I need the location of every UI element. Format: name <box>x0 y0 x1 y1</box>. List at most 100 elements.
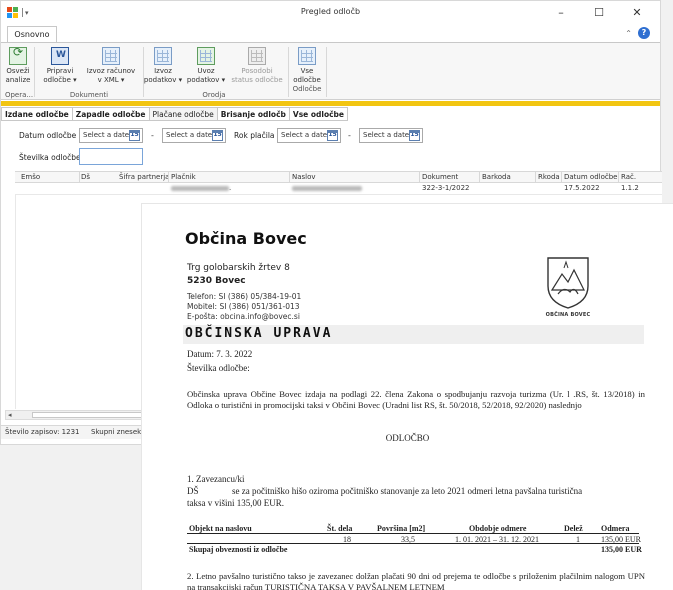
tab-placane-odlocbe[interactable]: Plačane odločbe <box>149 107 218 121</box>
redacted-text <box>171 185 229 191</box>
calendar-icon[interactable]: 15 <box>327 130 338 141</box>
cell-dokument: 322-3-1/2022 <box>422 184 470 192</box>
group-label-opera: Opera... <box>4 91 34 99</box>
datum-odlocbe-label: Datum odločbe <box>19 131 77 140</box>
calendar-icon[interactable]: 15 <box>129 130 140 141</box>
ribbon-divider <box>326 47 327 97</box>
export-invoices-xml-button[interactable]: Izvoz računov v XML ▾ <box>83 47 139 85</box>
tab-vse-odlocbe[interactable]: Vse odločbe <box>289 107 349 121</box>
tab-brisanje-odlocb[interactable]: Brisanje odločb <box>217 107 290 121</box>
stevilka-odlocbe-label: Številka odločbe <box>19 153 81 162</box>
col-dokument[interactable]: Dokument <box>422 173 458 181</box>
cell-rac: 1.1.2 <box>621 184 639 192</box>
ribbon-divider <box>288 47 289 97</box>
scrollbar-thumb[interactable] <box>32 412 152 418</box>
table-sum-row: Skupaj obveznosti iz odločbe 135,00 EUR <box>187 545 642 555</box>
stevilka-odlocbe-input[interactable] <box>79 148 143 165</box>
contact-phone: Telefon: SI (386) 05/384-19-01 <box>187 292 302 301</box>
th-obdobje: Obdobje odmere <box>469 524 527 533</box>
range-dash: - <box>151 131 154 140</box>
item1-text-2: taksa v višini 135,00 EUR. <box>187 498 284 508</box>
record-count: Število zapisov: 1231 <box>5 428 80 436</box>
update-status-button[interactable]: Posodobi status odločbe <box>229 47 285 85</box>
export-data-label-2: podatkov ▾ <box>143 76 183 84</box>
rok-from-picker[interactable]: Select a date 15 <box>277 128 341 143</box>
item2-paragraph: 2. Letno pavšalno turistično takso je za… <box>187 571 645 590</box>
col-datum-odlocbe[interactable]: Datum odločbe <box>564 173 617 181</box>
tab-osnovno[interactable]: Osnovno <box>7 26 57 43</box>
cell-placnik: . <box>171 184 231 192</box>
prepare-decisions-label-2: odločbe ▾ <box>43 76 77 84</box>
item1-text: se za počitniško hišo oziroma počitniško… <box>232 486 583 496</box>
export-data-button[interactable]: Izvoz podatkov ▾ <box>143 47 183 85</box>
all-decisions-icon <box>298 47 316 65</box>
document-date: Datum: 7. 3. 2022 <box>187 349 253 359</box>
prepare-decisions-label-1: Pripravi <box>46 67 74 75</box>
col-placnik[interactable]: Plačnik <box>171 173 196 181</box>
th-odmera: Odmera <box>601 524 630 533</box>
close-button[interactable]: ✕ <box>618 1 656 23</box>
col-divider <box>535 172 536 183</box>
decision-number-label: Številka odločbe: <box>187 363 250 373</box>
col-divider <box>561 172 562 183</box>
import-icon <box>197 47 215 65</box>
calendar-icon[interactable]: 15 <box>409 130 420 141</box>
tab-zapadle-odlocbe[interactable]: Zapadle odločbe <box>72 107 150 121</box>
office-title: OBČINSKA UPRAVA <box>185 326 333 341</box>
municipality-name: Občina Bovec <box>185 229 307 248</box>
rok-placila-label: Rok plačila <box>234 131 275 140</box>
coat-of-arms-icon <box>547 257 589 309</box>
th-st-dela: Št. dela <box>327 524 353 533</box>
export-invoices-label-1: Izvoz računov <box>86 67 136 75</box>
export-data-label-1: Izvoz <box>154 67 172 75</box>
datum-to-picker[interactable]: Select a date 15 <box>162 128 226 143</box>
import-data-button[interactable]: Uvoz podatkov ▾ <box>185 47 227 85</box>
maximize-button[interactable]: ☐ <box>580 1 618 23</box>
table-row: 18 33,5 1. 01. 2021 – 31. 12. 2021 1 135… <box>187 535 641 544</box>
col-emso[interactable]: Emšo <box>21 173 40 181</box>
prepare-decisions-button[interactable]: Pripravi odločbe ▾ <box>39 47 81 85</box>
title-bar: ▾ Pregled odločb – ☐ ✕ <box>1 1 660 25</box>
col-barkoda[interactable]: Barkoda <box>482 173 511 181</box>
all-decisions-button[interactable]: Vse odločbe Odločbe <box>291 47 323 94</box>
range-dash: - <box>348 131 351 140</box>
scroll-left-icon[interactable]: ◂ <box>8 411 12 419</box>
ribbon-tab-row: Osnovno ⌃ ? <box>1 26 660 43</box>
col-naslov[interactable]: Naslov <box>292 173 316 181</box>
th-delez: Delež <box>564 524 583 533</box>
cell-naslov <box>292 184 362 192</box>
help-icon[interactable]: ? <box>638 27 650 39</box>
address-city: 5230 Bovec <box>187 276 246 286</box>
datum-to-placeholder: Select a date <box>166 131 213 139</box>
rok-to-placeholder: Select a date <box>363 131 410 139</box>
address-street: Trg golobarskih žrtev 8 <box>187 263 290 273</box>
minimize-button[interactable]: – <box>542 1 580 23</box>
col-rkoda[interactable]: Rkoda <box>538 173 560 181</box>
sum-label: Skupaj obveznosti iz odločbe <box>189 545 288 554</box>
col-divider <box>79 172 80 183</box>
rok-to-picker[interactable]: Select a date 15 <box>359 128 423 143</box>
refresh-analysis-button[interactable]: Osveži analize <box>5 47 31 85</box>
tab-izdane-odlocbe[interactable]: Izdane odločbe <box>1 107 73 121</box>
rok-from-placeholder: Select a date <box>281 131 328 139</box>
col-rac[interactable]: Rač. <box>621 173 636 181</box>
col-divider <box>479 172 480 183</box>
calendar-icon[interactable]: 15 <box>212 130 223 141</box>
table-row[interactable]: . 322-3-1/2022 17.5.2022 1.1.2 <box>15 183 662 195</box>
all-decisions-label-1: Vse <box>300 67 314 75</box>
td-st-dela: 18 <box>343 535 351 544</box>
word-document-icon <box>51 47 69 65</box>
subtab-bar: Izdane odločbe Zapadle odločbe Plačane o… <box>1 107 349 121</box>
collapse-ribbon-icon[interactable]: ⌃ <box>625 29 632 38</box>
datum-from-placeholder: Select a date <box>83 131 130 139</box>
update-status-icon <box>248 47 266 65</box>
logo-caption: OBČINA BOVEC <box>545 312 591 318</box>
group-label-dokumenti: Dokumenti <box>69 91 109 99</box>
col-ds[interactable]: Dš <box>81 173 90 181</box>
col-sifra-partnerja[interactable]: Šifra partnerja <box>119 173 169 181</box>
document-preview: Občina Bovec Trg golobarskih žrtev 8 523… <box>142 204 673 590</box>
contact-email: E-pošta: obcina.info@bovec.si <box>187 312 300 321</box>
datum-from-picker[interactable]: Select a date 15 <box>79 128 143 143</box>
item1-title: 1. Zavezancu/ki <box>187 474 245 484</box>
td-odmera: 135,00 EUR <box>601 535 641 544</box>
